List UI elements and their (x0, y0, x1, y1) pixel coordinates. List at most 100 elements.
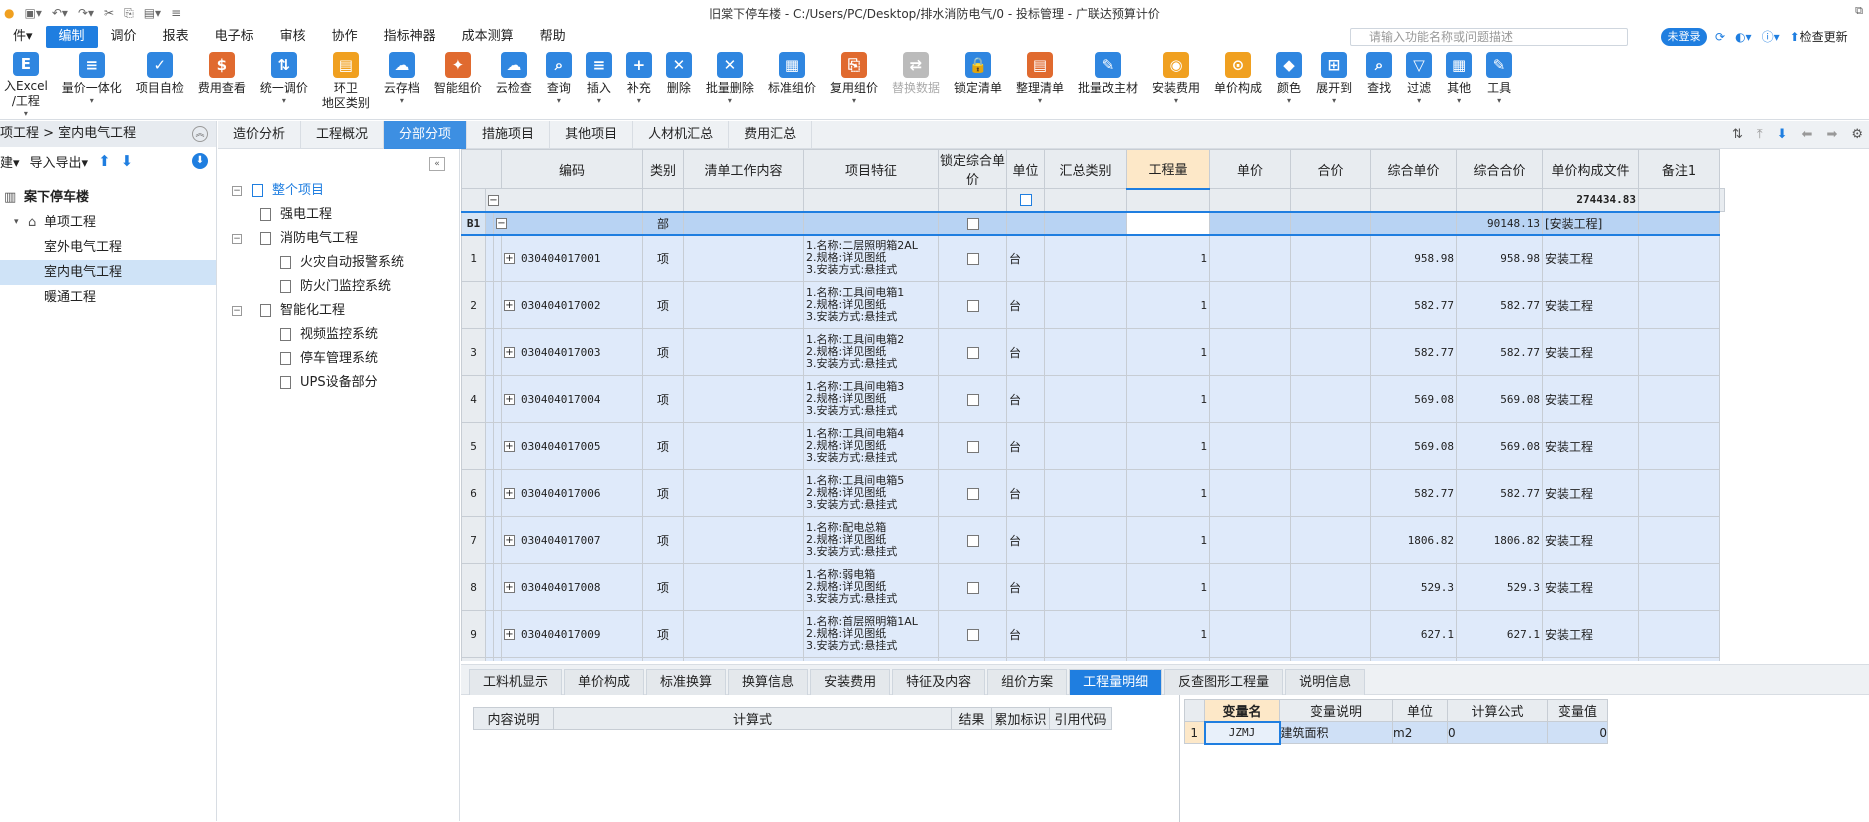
work-content-cell[interactable] (683, 469, 804, 517)
unit-price-cell[interactable] (1209, 610, 1291, 658)
category-cell[interactable]: 项 (642, 281, 684, 329)
section-tree-node[interactable]: 防火门监控系统 (218, 275, 459, 299)
tab-2[interactable]: 分部分项 (384, 121, 468, 149)
lock-checkbox[interactable] (1019, 194, 1032, 207)
ribbon-button[interactable]: ◆ 颜色 ▾ (1272, 48, 1306, 119)
ribbon-button[interactable]: ⊞ 展开到 ▾ (1312, 48, 1356, 119)
paste-icon[interactable]: ▤▾ (144, 6, 161, 21)
price-file-cell[interactable]: 安装工程 (1542, 563, 1639, 611)
expand-row-icon[interactable]: + (504, 347, 515, 358)
category-cell[interactable]: 项 (642, 469, 684, 517)
summary-type-cell[interactable] (1044, 375, 1127, 423)
work-content-cell[interactable] (683, 281, 804, 329)
menu-item[interactable]: 成本测算 (449, 26, 527, 48)
customize-icon[interactable]: ≡ (171, 6, 181, 21)
amount-cell[interactable] (1290, 610, 1371, 658)
grid-cell[interactable] (1006, 210, 1045, 236)
summary-type-cell[interactable] (1044, 563, 1127, 611)
grid-cell[interactable] (1044, 210, 1127, 236)
quantity-cell[interactable]: 1 (1126, 563, 1210, 611)
code-cell[interactable]: +030404017002 (501, 281, 643, 329)
ribbon-button[interactable]: ⇅ 统一调价 ▾ (256, 48, 312, 119)
menu-item[interactable]: 电子标 (202, 26, 267, 48)
column-header[interactable]: 项目特征 (803, 149, 939, 189)
feature-cell[interactable]: 1.名称:工具间电箱2 2.规格:详见图纸 3.安装方式:悬挂式 (803, 328, 939, 376)
amount-cell[interactable] (1290, 375, 1371, 423)
expand-row-icon[interactable]: + (504, 629, 515, 640)
tab-4[interactable]: 其他项目 (550, 121, 634, 149)
ribbon-button[interactable]: + 补充 ▾ (622, 48, 656, 119)
collapse-node-icon[interactable]: − (232, 306, 242, 316)
import-export-button[interactable]: 导入导出▾ (30, 152, 89, 171)
feature-cell[interactable]: 1.名称:二层照明箱2AL 2.规格:详见图纸 3.安装方式:悬挂式 (803, 234, 939, 282)
lock-price-cell[interactable] (938, 610, 1007, 658)
ribbon-button[interactable]: ✎ 批量改主材 (1074, 48, 1142, 119)
ribbon-button[interactable]: ✎ 工具 ▾ (1482, 48, 1516, 119)
unit-cell[interactable]: 台 (1006, 422, 1045, 470)
ribbon-button[interactable]: ⌕ 查找 (1362, 48, 1396, 119)
category-cell[interactable]: 项 (642, 328, 684, 376)
table-row[interactable]: 7 +030404017007 项 1.名称:配电总箱 2.规格:详见图纸 3.安装方… (461, 516, 1725, 564)
grid-cell[interactable] (938, 188, 1007, 212)
ribbon-button[interactable]: ≡ 插入 ▾ (582, 48, 616, 119)
check-update-button[interactable]: ⬆检查更新 (1790, 28, 1848, 45)
unit-price-cell[interactable] (1209, 375, 1291, 423)
feature-cell[interactable]: 1.名称:消防电源总箱 (803, 657, 939, 661)
unit-cell[interactable]: 台 (1006, 516, 1045, 564)
expand-row-icon[interactable]: + (504, 582, 515, 593)
detail-tab-4[interactable]: 安装费用 (810, 669, 891, 695)
grid-cell[interactable] (1370, 210, 1457, 236)
composite-unit-price-cell[interactable]: 569.08 (1370, 375, 1457, 423)
collapse-icon[interactable]: − (496, 218, 507, 229)
ribbon-button[interactable]: ▦ 标准组价 (764, 48, 820, 119)
project-tree-node[interactable]: 室外电气工程 (0, 235, 216, 260)
detail-tab-2[interactable]: 标准换算 (646, 669, 727, 695)
work-content-cell[interactable] (683, 657, 804, 661)
redo-icon[interactable]: ↷▾ (78, 6, 94, 21)
feature-cell[interactable]: 1.名称:工具间电箱5 2.规格:详见图纸 3.安装方式:悬挂式 (803, 469, 939, 517)
composite-unit-price-cell[interactable]: 958.98 (1370, 234, 1457, 282)
move-left-icon[interactable]: ⬅ (1802, 127, 1813, 142)
price-file-cell[interactable]: 安装工程 (1542, 234, 1639, 282)
remark-cell[interactable] (1638, 422, 1720, 470)
section-tree-node[interactable]: − 整个项目 (218, 179, 459, 203)
grid-cell[interactable] (1456, 188, 1543, 212)
column-header[interactable]: 类别 (642, 149, 684, 189)
ribbon-button[interactable]: ⇄ 替换数据 (888, 48, 944, 119)
restore-window-icon[interactable]: ⧉ (1855, 4, 1863, 18)
download-icon[interactable]: ⬇ (192, 153, 208, 169)
composite-unit-price-cell[interactable] (1370, 657, 1457, 661)
code-cell[interactable]: +030404017003 (501, 328, 643, 376)
variable-row[interactable]: 1 JZMJ 建筑面积 m2 0 0 (1184, 720, 1608, 745)
lock-checkbox[interactable] (966, 628, 979, 641)
column-header[interactable]: 编码 (501, 149, 643, 189)
remark-cell[interactable] (1638, 328, 1720, 376)
project-tree-node[interactable]: ▾ ⌂ 单项工程 (0, 210, 216, 235)
amount-cell[interactable] (1290, 516, 1371, 564)
remark-cell[interactable] (1638, 610, 1720, 658)
unit-price-cell[interactable] (1209, 281, 1291, 329)
move-up-icon[interactable]: ⬆ (98, 152, 111, 170)
move-down-row-icon[interactable]: ⬇ (1777, 127, 1788, 142)
variable-name-cell[interactable]: JZMJ (1203, 720, 1281, 745)
total-row[interactable]: − 274434.83 (461, 188, 1725, 212)
new-button[interactable]: 建▾ (0, 152, 20, 171)
column-header[interactable]: 清单工作内容 (683, 149, 804, 189)
price-file-cell[interactable]: 安装工程 (1542, 516, 1639, 564)
project-tree-node[interactable]: ▥ 案下停车楼 (0, 185, 216, 210)
code-cell[interactable]: +030404017006 (501, 469, 643, 517)
quantity-cell[interactable]: 1 (1126, 422, 1210, 470)
ribbon-button[interactable]: 🔒 锁定清单 (950, 48, 1006, 119)
category-cell[interactable]: 部 (642, 210, 684, 236)
price-file-cell[interactable]: 安装工程 (1542, 422, 1639, 470)
calc-column-header[interactable]: 内容说明 (473, 707, 554, 730)
undo-icon[interactable]: ↶▾ (52, 6, 68, 21)
grid-cell[interactable] (803, 210, 939, 236)
category-cell[interactable]: 项 (642, 563, 684, 611)
collapse-node-icon[interactable]: − (232, 186, 242, 196)
column-header[interactable]: 合价 (1290, 149, 1371, 189)
remark-cell[interactable] (1638, 234, 1720, 282)
collapse-icon[interactable]: − (488, 194, 499, 206)
composite-unit-price-cell[interactable]: 627.1 (1370, 610, 1457, 658)
detail-tab-5[interactable]: 特征及内容 (892, 669, 986, 695)
